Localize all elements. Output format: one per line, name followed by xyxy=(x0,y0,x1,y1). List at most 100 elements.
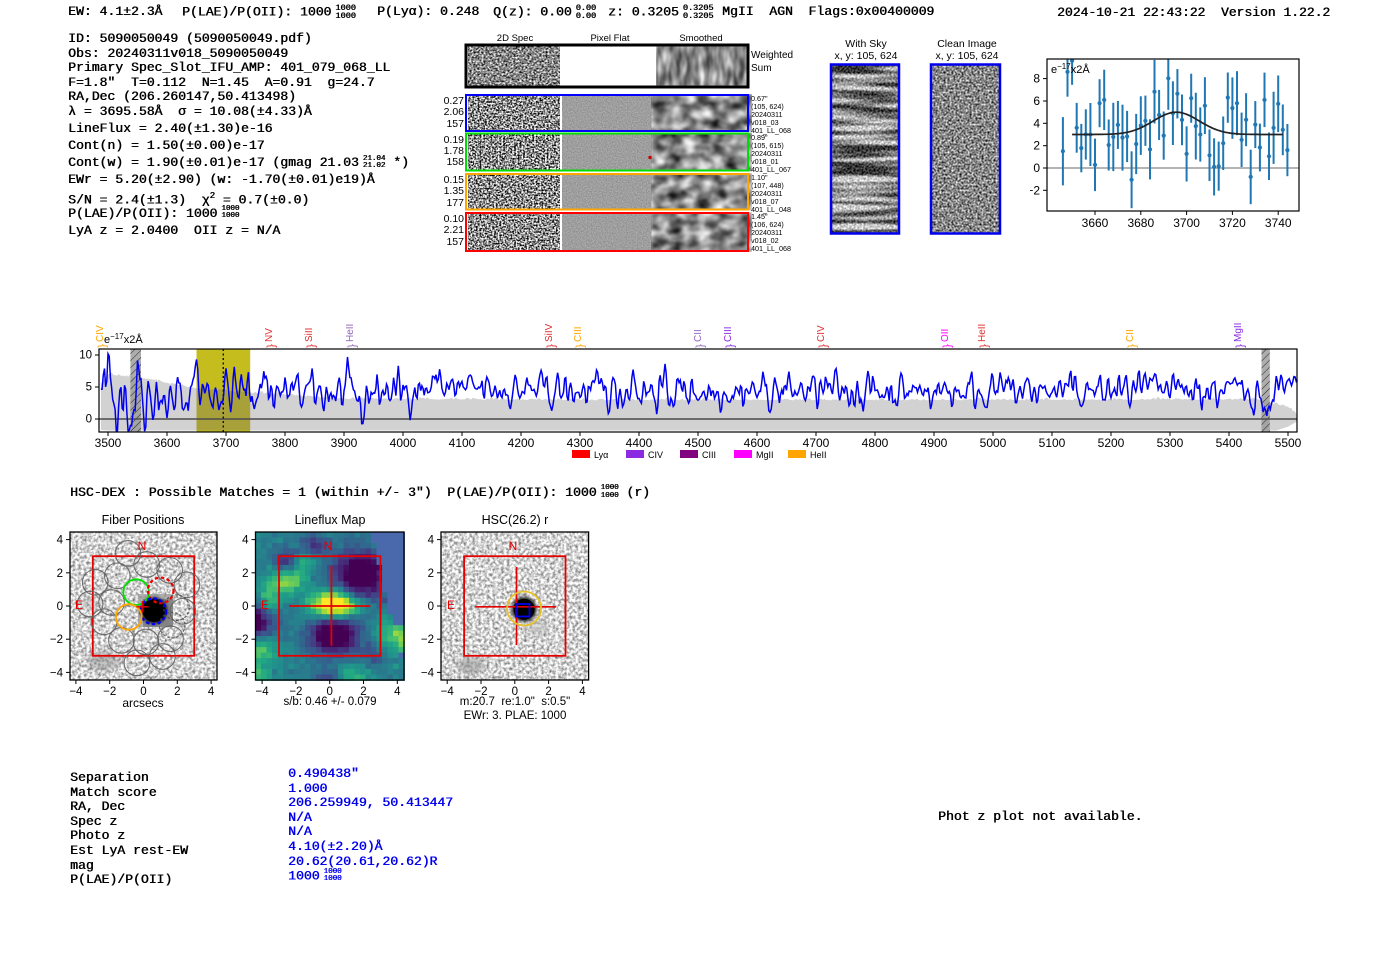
svg-text:{: { xyxy=(818,344,830,348)
svg-text:5300: 5300 xyxy=(1157,436,1184,450)
svg-text:4700: 4700 xyxy=(803,436,830,450)
svg-text:2: 2 xyxy=(360,686,366,698)
svg-text:HeII: HeII xyxy=(810,450,827,460)
svg-text:3700: 3700 xyxy=(1173,216,1200,230)
svg-text:CIV: CIV xyxy=(816,325,827,342)
svg-text:−2: −2 xyxy=(103,686,116,698)
svg-text:4400: 4400 xyxy=(626,436,653,450)
svg-text:3680: 3680 xyxy=(1127,216,1154,230)
svg-text:{: { xyxy=(347,344,359,348)
svg-text:2: 2 xyxy=(1033,139,1040,153)
svg-text:NV: NV xyxy=(264,328,275,342)
svg-text:{: { xyxy=(725,344,737,348)
svg-text:N: N xyxy=(138,539,147,553)
svg-text:3600: 3600 xyxy=(154,436,181,450)
svg-text:{: { xyxy=(575,344,587,348)
svg-text:3660: 3660 xyxy=(1082,216,1109,230)
svg-text:4: 4 xyxy=(208,686,215,698)
svg-text:−2: −2 xyxy=(50,634,63,646)
svg-text:0: 0 xyxy=(512,686,518,698)
svg-text:{: { xyxy=(979,344,991,348)
svg-text:E: E xyxy=(261,598,269,612)
svg-text:8: 8 xyxy=(1033,72,1040,86)
svg-text:−2: −2 xyxy=(1030,183,1040,197)
svg-text:0: 0 xyxy=(140,686,146,698)
svg-text:CIII: CIII xyxy=(573,326,584,342)
svg-text:5: 5 xyxy=(86,382,92,394)
svg-text:2: 2 xyxy=(174,686,180,698)
svg-text:CIV: CIV xyxy=(648,450,663,460)
svg-text:5400: 5400 xyxy=(1216,436,1243,450)
svg-text:−4: −4 xyxy=(421,667,435,679)
svg-text:{: { xyxy=(97,344,109,348)
svg-text:{: { xyxy=(942,344,954,348)
svg-text:4900: 4900 xyxy=(921,436,948,450)
svg-text:4600: 4600 xyxy=(744,436,771,450)
svg-text:3900: 3900 xyxy=(331,436,358,450)
svg-text:0: 0 xyxy=(1033,161,1040,175)
svg-text:CII: CII xyxy=(1125,329,1136,342)
svg-text:{: { xyxy=(546,344,558,348)
svg-text:0: 0 xyxy=(326,686,332,698)
svg-text:−2: −2 xyxy=(235,634,248,646)
svg-text:4: 4 xyxy=(394,686,401,698)
svg-text:4: 4 xyxy=(1033,116,1040,130)
svg-text:4800: 4800 xyxy=(862,436,889,450)
svg-text:−4: −4 xyxy=(50,667,64,679)
svg-text:−4: −4 xyxy=(235,667,249,679)
svg-text:2: 2 xyxy=(545,686,551,698)
svg-text:E: E xyxy=(75,598,83,612)
svg-text:4000: 4000 xyxy=(390,436,417,450)
svg-text:4: 4 xyxy=(57,535,64,547)
svg-text:CII: CII xyxy=(693,329,704,342)
svg-text:−2: −2 xyxy=(289,686,302,698)
svg-text:{: { xyxy=(1127,344,1139,348)
svg-text:5000: 5000 xyxy=(980,436,1007,450)
svg-text:4: 4 xyxy=(579,686,586,698)
svg-text:−2: −2 xyxy=(421,634,434,646)
svg-text:Lyα: Lyα xyxy=(594,450,608,460)
svg-text:OII: OII xyxy=(940,329,951,342)
svg-text:MgII: MgII xyxy=(1233,323,1244,342)
svg-text:N: N xyxy=(509,539,518,553)
svg-text:{: { xyxy=(1235,344,1247,348)
svg-text:4: 4 xyxy=(428,535,435,547)
svg-text:E: E xyxy=(447,598,455,612)
svg-text:e−17x2Å: e−17x2Å xyxy=(1051,62,1090,77)
svg-text:CIV: CIV xyxy=(95,325,106,342)
svg-text:6: 6 xyxy=(1033,94,1040,108)
svg-text:MgII: MgII xyxy=(756,450,774,460)
svg-text:HeII: HeII xyxy=(345,324,356,342)
svg-text:{: { xyxy=(306,344,318,348)
svg-text:4100: 4100 xyxy=(449,436,476,450)
svg-text:−4: −4 xyxy=(441,686,455,698)
svg-text:−4: −4 xyxy=(256,686,270,698)
svg-text:N: N xyxy=(324,539,333,553)
svg-text:3700: 3700 xyxy=(213,436,240,450)
svg-text:2: 2 xyxy=(57,568,63,580)
svg-text:−2: −2 xyxy=(474,686,487,698)
svg-text:0: 0 xyxy=(242,601,248,613)
svg-text:HeII: HeII xyxy=(977,324,988,342)
svg-text:4500: 4500 xyxy=(685,436,712,450)
svg-text:3720: 3720 xyxy=(1219,216,1246,230)
svg-text:CIII: CIII xyxy=(702,450,716,460)
svg-text:3740: 3740 xyxy=(1265,216,1292,230)
svg-text:0: 0 xyxy=(57,601,63,613)
svg-text:{: { xyxy=(695,344,707,348)
svg-text:4200: 4200 xyxy=(508,436,535,450)
svg-text:4: 4 xyxy=(242,535,249,547)
svg-text:5200: 5200 xyxy=(1098,436,1125,450)
svg-text:CIII: CIII xyxy=(723,326,734,342)
svg-text:10: 10 xyxy=(79,350,92,362)
svg-text:3800: 3800 xyxy=(272,436,299,450)
svg-text:SiII: SiII xyxy=(304,328,315,342)
svg-text:5100: 5100 xyxy=(1039,436,1066,450)
svg-text:4300: 4300 xyxy=(567,436,594,450)
svg-text:0: 0 xyxy=(86,414,92,426)
svg-text:3500: 3500 xyxy=(95,436,122,450)
svg-text:5500: 5500 xyxy=(1275,436,1302,450)
svg-text:−4: −4 xyxy=(69,686,83,698)
svg-text:{: { xyxy=(266,344,278,348)
svg-text:SiIV: SiIV xyxy=(544,323,555,342)
